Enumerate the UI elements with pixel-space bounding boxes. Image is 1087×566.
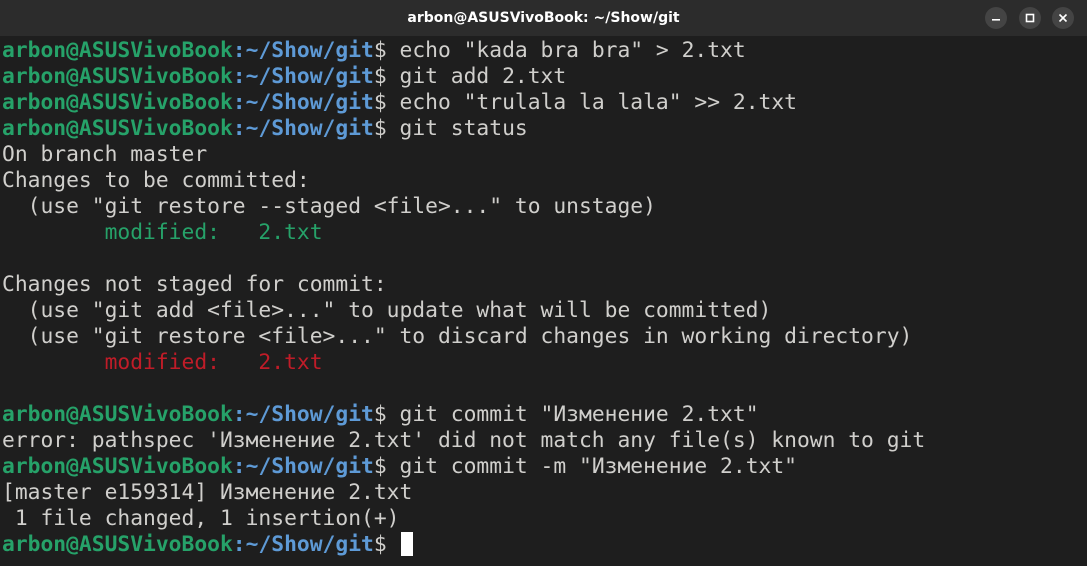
prompt-symbol: $ (373, 64, 400, 89)
close-button[interactable] (1052, 7, 1074, 29)
prompt-user: arbon@ASUSVivoBook (2, 454, 233, 479)
minimize-icon (992, 19, 1000, 21)
command-line: arbon@ASUSVivoBook:~/Show/git$ git commi… (2, 454, 1085, 480)
command-text: git commit "Изменение 2.txt" (399, 402, 759, 427)
text-cursor (400, 532, 413, 556)
output-line: On branch master (2, 142, 1085, 168)
command-line: arbon@ASUSVivoBook:~/Show/git$ (2, 532, 1085, 558)
minimize-button[interactable] (985, 7, 1007, 29)
prompt-symbol: $ (373, 116, 400, 141)
output-line: [master e159314] Изменение 2.txt (2, 480, 1085, 506)
output-text: 1 file changed, 1 insertion(+) (2, 506, 400, 531)
output-text: modified: 2.txt (2, 350, 323, 375)
output-text: Changes to be committed: (2, 168, 310, 193)
output-line: (use "git restore <file>..." to discard … (2, 324, 1085, 350)
command-line: arbon@ASUSVivoBook:~/Show/git$ git commi… (2, 402, 1085, 428)
prompt-user: arbon@ASUSVivoBook (2, 402, 233, 427)
prompt-path: :~/Show/git (232, 402, 374, 427)
prompt-symbol: $ (373, 454, 400, 479)
output-line: Changes not staged for commit: (2, 272, 1085, 298)
close-icon (1058, 13, 1068, 23)
command-line: arbon@ASUSVivoBook:~/Show/git$ git add 2… (2, 64, 1085, 90)
command-line: arbon@ASUSVivoBook:~/Show/git$ echo "kad… (2, 38, 1085, 64)
prompt-symbol: $ (373, 532, 400, 557)
prompt-user: arbon@ASUSVivoBook (2, 90, 233, 115)
prompt-path: :~/Show/git (232, 454, 374, 479)
output-line: (use "git add <file>..." to update what … (2, 298, 1085, 324)
output-text: [master e159314] Изменение 2.txt (2, 480, 413, 505)
prompt-path: :~/Show/git (232, 90, 374, 115)
prompt-symbol: $ (373, 402, 400, 427)
prompt-user: arbon@ASUSVivoBook (2, 38, 233, 63)
prompt-user: arbon@ASUSVivoBook (2, 532, 233, 557)
output-line: modified: 2.txt (2, 220, 1085, 246)
command-text: echo "trulala la lala" >> 2.txt (399, 90, 797, 115)
prompt-symbol: $ (373, 90, 400, 115)
output-line: modified: 2.txt (2, 350, 1085, 376)
prompt-path: :~/Show/git (232, 116, 374, 141)
prompt-user: arbon@ASUSVivoBook (2, 116, 233, 141)
output-text: Changes not staged for commit: (2, 272, 387, 297)
output-text: error: pathspec 'Изменение 2.txt' did no… (2, 428, 926, 453)
prompt-path: :~/Show/git (232, 38, 374, 63)
output-text: (use "git add <file>..." to update what … (2, 298, 772, 323)
output-text: (use "git restore <file>..." to discard … (2, 324, 913, 349)
prompt-symbol: $ (373, 38, 400, 63)
output-text: (use "git restore --staged <file>..." to… (2, 194, 656, 219)
output-line: (use "git restore --staged <file>..." to… (2, 194, 1085, 220)
command-text: git commit -m "Изменение 2.txt" (399, 454, 797, 479)
output-line: 1 file changed, 1 insertion(+) (2, 506, 1085, 532)
prompt-path: :~/Show/git (232, 532, 374, 557)
command-text: git add 2.txt (399, 64, 567, 89)
maximize-icon (1025, 13, 1035, 23)
output-line: error: pathspec 'Изменение 2.txt' did no… (2, 428, 1085, 454)
prompt-user: arbon@ASUSVivoBook (2, 64, 233, 89)
window-title: arbon@ASUSVivoBook: ~/Show/git (407, 10, 680, 26)
prompt-path: :~/Show/git (232, 64, 374, 89)
command-line: arbon@ASUSVivoBook:~/Show/git$ git statu… (2, 116, 1085, 142)
output-text: modified: 2.txt (2, 220, 323, 245)
command-text: git status (399, 116, 528, 141)
title-bar[interactable]: arbon@ASUSVivoBook: ~/Show/git (0, 0, 1087, 36)
command-line: arbon@ASUSVivoBook:~/Show/git$ echo "tru… (2, 90, 1085, 116)
terminal-output[interactable]: arbon@ASUSVivoBook:~/Show/git$ echo "kad… (2, 38, 1085, 566)
maximize-button[interactable] (1019, 7, 1041, 29)
terminal-window: arbon@ASUSVivoBook: ~/Show/git arbon@ASU… (0, 0, 1087, 566)
command-text: echo "kada bra bra" > 2.txt (399, 38, 746, 63)
output-text: On branch master (2, 142, 208, 167)
output-line: Changes to be committed: (2, 168, 1085, 194)
